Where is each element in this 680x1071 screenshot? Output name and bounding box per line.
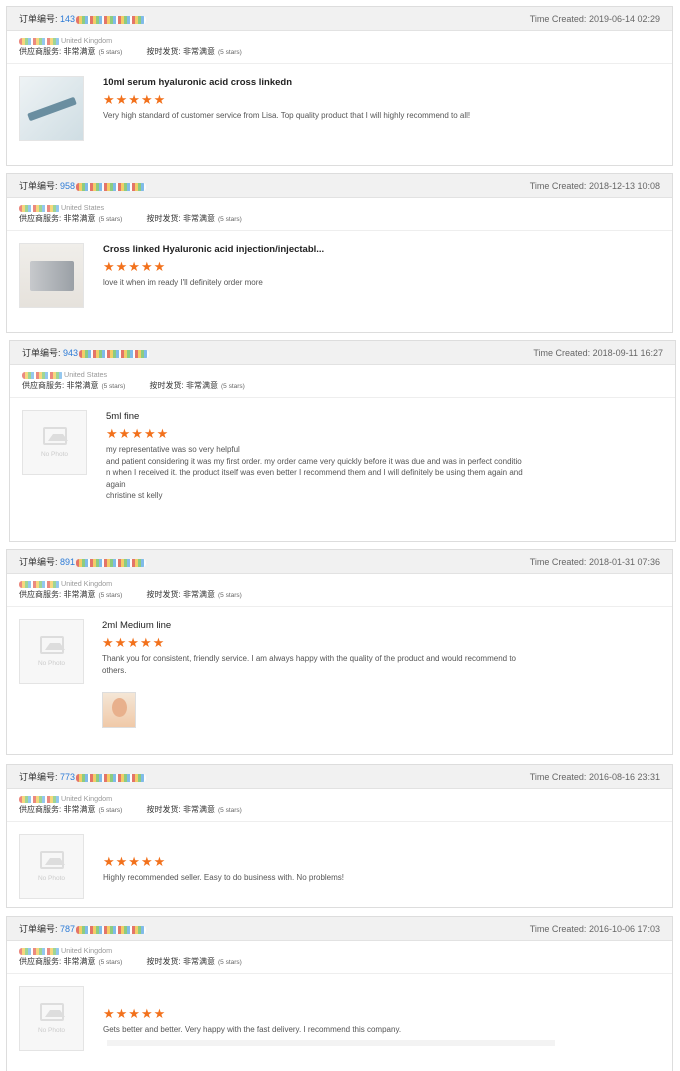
service-ratings: 供应商服务: 非常满意 (5 stars) 按时发货: 非常满意 (5 stars) [7,588,672,607]
buyer-uploaded-photo[interactable] [102,692,136,728]
order-number[interactable]: 943 [63,348,78,358]
star-rating: ★★★★★ [103,92,167,107]
review-card: 订单编号: 143 Time Created: 2019-06-14 02:29… [6,6,673,166]
no-photo-placeholder: No Photo [19,834,84,899]
masked-buyer-name [22,371,64,379]
order-header: 订单编号: 773 Time Created: 2016-08-16 23:31 [7,765,672,789]
reply-box [107,1039,555,1046]
buyer-country: United States [61,203,105,212]
service-ratings: 供应商服务: 非常满意 (5 stars) 按时发货: 非常满意 (5 stars) [7,803,672,822]
buyer-info: United Kingdom [7,31,672,45]
image-placeholder-icon [39,851,65,869]
order-header: 订单编号: 943 Time Created: 2018-09-11 16:27 [10,341,675,365]
product-image[interactable] [19,76,84,141]
buyer-info: United States [10,365,675,379]
time-created: Time Created: 2019-06-14 02:29 [529,14,660,24]
product-title[interactable]: Cross linked Hyaluronic acid injection/i… [103,244,660,255]
image-placeholder-icon [39,636,65,654]
time-created: Time Created: 2016-10-06 17:03 [529,924,660,934]
order-header: 订单编号: 143 Time Created: 2019-06-14 02:29 [7,7,672,31]
review-text: my representative was so very helpful an… [106,445,523,500]
buyer-country: United Kingdom [61,794,113,803]
review-text: Thank you for consistent, friendly servi… [102,654,516,675]
time-created: Time Created: 2018-01-31 07:36 [529,557,660,567]
product-title[interactable]: 5ml fine [106,411,663,422]
review-card: 订单编号: 958 Time Created: 2018-12-13 10:08… [6,173,673,333]
order-header: 订单编号: 958 Time Created: 2018-12-13 10:08 [7,174,672,198]
review-card: 订单编号: 943 Time Created: 2018-09-11 16:27… [9,340,676,542]
buyer-info: United Kingdom [7,789,672,803]
service-ratings: 供应商服务: 非常满意 (5 stars) 按时发货: 非常满意 (5 stars) [7,45,672,64]
review-card: 订单编号: 773 Time Created: 2016-08-16 23:31… [6,764,673,908]
review-card: 订单编号: 891 Time Created: 2018-01-31 07:36… [6,549,673,755]
masked-order-number [76,558,147,567]
time-created: Time Created: 2018-12-13 10:08 [529,181,660,191]
buyer-info: United States [7,198,672,212]
product-title[interactable]: 2ml Medium line [102,620,660,631]
product-image[interactable] [19,243,84,308]
time-created: Time Created: 2016-08-16 23:31 [529,772,660,782]
order-number[interactable]: 143 [60,14,75,24]
order-label: 订单编号: [19,14,58,24]
buyer-country: United States [64,370,108,379]
order-number[interactable]: 773 [60,772,75,782]
buyer-info: United Kingdom [7,574,672,588]
star-rating: ★★★★★ [102,635,166,650]
no-photo-placeholder: No Photo [22,410,87,475]
order-number[interactable]: 891 [60,557,75,567]
service-ratings: 供应商服务: 非常满意 (5 stars) 按时发货: 非常满意 (5 stars) [7,212,672,231]
star-rating: ★★★★★ [103,259,167,274]
buyer-country: United Kingdom [61,946,113,955]
buyer-country: United Kingdom [61,579,113,588]
order-header: 订单编号: 891 Time Created: 2018-01-31 07:36 [7,550,672,574]
masked-order-number [76,773,147,782]
masked-buyer-name [19,37,61,45]
buyer-info: United Kingdom [7,941,672,955]
star-rating: ★★★★★ [103,1006,167,1021]
masked-buyer-name [19,580,61,588]
masked-buyer-name [19,947,61,955]
order-number[interactable]: 958 [60,181,75,191]
service-ratings: 供应商服务: 非常满意 (5 stars) 按时发货: 非常满意 (5 stars) [10,379,675,398]
masked-buyer-name [19,795,61,803]
masked-buyer-name [19,204,61,212]
masked-order-number [76,925,147,934]
product-title[interactable]: 10ml serum hyaluronic acid cross linkedn [103,77,660,88]
masked-order-number [76,15,147,24]
image-placeholder-icon [39,1003,65,1021]
time-created: Time Created: 2018-09-11 16:27 [533,348,663,358]
review-text: love it when im ready I'll definitely or… [103,278,263,287]
review-text: Very high standard of customer service f… [103,111,471,120]
service-ratings: 供应商服务: 非常满意 (5 stars) 按时发货: 非常满意 (5 stars) [7,955,672,974]
star-rating: ★★★★★ [106,426,170,441]
masked-order-number [79,349,150,358]
image-placeholder-icon [42,427,68,445]
star-rating: ★★★★★ [103,854,167,869]
no-photo-placeholder: No Photo [19,986,84,1051]
order-header: 订单编号: 787 Time Created: 2016-10-06 17:03 [7,917,672,941]
no-photo-placeholder: No Photo [19,619,84,684]
review-text: Gets better and better. Very happy with … [103,1025,402,1034]
order-number[interactable]: 787 [60,924,75,934]
masked-order-number [76,182,147,191]
review-text: Highly recommended seller. Easy to do bu… [103,873,344,882]
review-card: 订单编号: 787 Time Created: 2016-10-06 17:03… [6,916,673,1071]
buyer-country: United Kingdom [61,36,113,45]
